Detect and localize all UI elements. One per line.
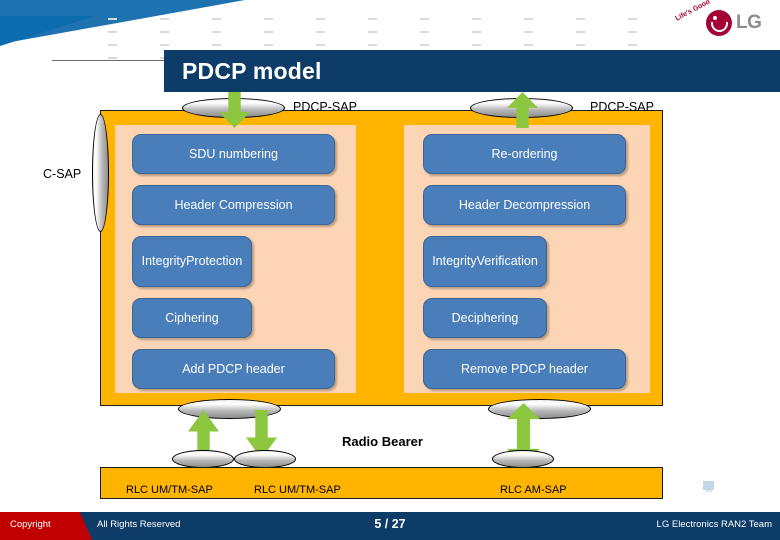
op-box-sdu-numbering[interactable]: SDU numbering <box>132 134 335 174</box>
lg-face-mark-icon <box>706 10 732 36</box>
slide-title-bar: PDCP model <box>164 50 780 92</box>
radio-bearer-ellipse-top-right <box>488 399 591 419</box>
c-sap-ellipse <box>92 114 109 232</box>
radio-bearer-label: Radio Bearer <box>342 434 423 449</box>
lg-logo: Life's Good LG <box>674 0 774 50</box>
slide-footer: Copyright All Rights Reserved 5 / 27 LG … <box>0 512 780 540</box>
op-box-remove-pdcp-header[interactable]: Remove PDCP header <box>423 349 626 389</box>
rlc-sap-ellipse-3 <box>492 450 554 468</box>
rlc-sap-ellipse-2 <box>234 450 296 468</box>
rlc-sap-label-2: RLC UM/TM-SAP <box>254 484 341 496</box>
lg-wordmark: LG <box>736 12 762 33</box>
c-sap-label: C-SAP <box>43 167 82 181</box>
decorative-mark-icon <box>703 481 714 492</box>
page-title: PDCP model <box>182 57 322 84</box>
op-box-re-ordering[interactable]: Re-ordering <box>423 134 626 174</box>
op-box-ciphering[interactable]: Ciphering <box>132 298 252 338</box>
rlc-sap-label-1: RLC UM/TM-SAP <box>126 484 213 496</box>
pdcp-sap-label-left: PDCP-SAP <box>293 100 357 114</box>
pdcp-diagram: SDU numbering Header Compression Integri… <box>0 92 780 502</box>
op-box-integrity-verification[interactable]: Integrity Verification <box>423 236 547 287</box>
rlc-sap-label-3: RLC AM-SAP <box>500 484 567 496</box>
op-box-deciphering[interactable]: Deciphering <box>423 298 547 338</box>
op-box-header-compression[interactable]: Header Compression <box>132 185 335 225</box>
pdcp-sap-label-right: PDCP-SAP <box>590 100 654 114</box>
op-box-header-decompression[interactable]: Header Decompression <box>423 185 626 225</box>
op-box-integrity-protection[interactable]: Integrity Protection <box>132 236 252 287</box>
rlc-sap-ellipse-1 <box>172 450 234 468</box>
team-label: LG Electronics RAN2 Team <box>656 519 772 530</box>
op-box-add-pdcp-header[interactable]: Add PDCP header <box>132 349 335 389</box>
